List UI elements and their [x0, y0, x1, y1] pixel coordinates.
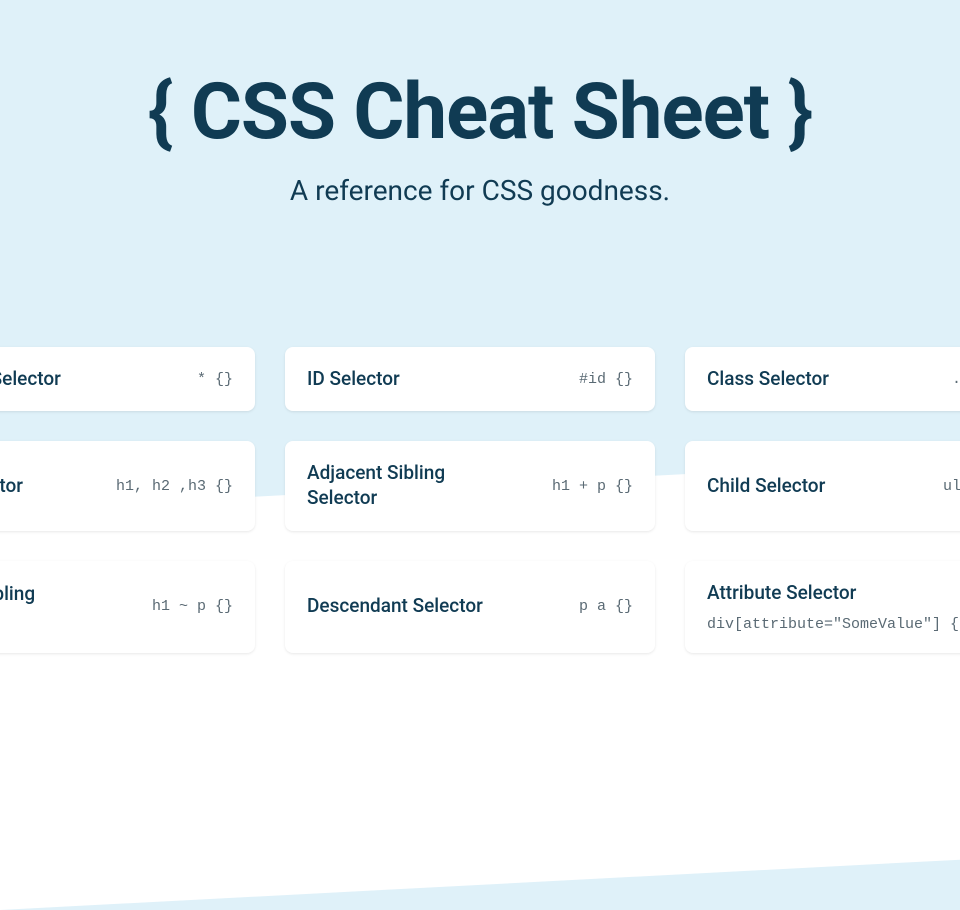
card-title: Attribute Selector	[707, 581, 856, 606]
card-title: ID Selector	[307, 367, 400, 392]
card-title: General Sibling Selector	[0, 582, 87, 631]
card-grid: Universal Selector * {} ID Selector #id …	[0, 347, 960, 653]
card-code: * {}	[197, 371, 233, 388]
page-subtitle: A reference for CSS goodness.	[0, 174, 960, 207]
card-descendant-selector: Descendant Selector p a {}	[285, 561, 655, 653]
card-adjacent-sibling-selector: Adjacent Sibling Selector h1 + p {}	[285, 441, 655, 530]
card-code: ul > li {}	[943, 478, 960, 495]
card-title: Universal Selector	[0, 367, 61, 392]
card-title: Class Selector	[707, 367, 829, 392]
card-title: Adjacent Sibling Selector	[307, 461, 487, 510]
card-universal-selector: Universal Selector * {}	[0, 347, 255, 412]
card-child-selector: Child Selector ul > li {}	[685, 441, 960, 530]
card-class-selector: Class Selector .class {}	[685, 347, 960, 412]
card-code: h1 ~ p {}	[152, 598, 233, 615]
card-id-selector: ID Selector #id {}	[285, 347, 655, 412]
card-code: #id {}	[579, 371, 633, 388]
card-code: .class {}	[952, 371, 960, 388]
card-title: Child Selector	[707, 474, 825, 499]
card-type-selector: Type Selector h1, h2 ,h3 {}	[0, 441, 255, 530]
hero-section: { CSS Cheat Sheet } A reference for CSS …	[0, 0, 960, 247]
page-title: { CSS Cheat Sheet }	[0, 70, 960, 156]
card-attribute-selector: Attribute Selector div[attribute="SomeVa…	[685, 561, 960, 653]
card-code: p a {}	[579, 598, 633, 615]
card-general-sibling-selector: General Sibling Selector h1 ~ p {}	[0, 561, 255, 653]
card-code: h1 + p {}	[552, 478, 633, 495]
card-code: div[attribute="SomeValue"] {}	[707, 616, 960, 633]
card-title: Type Selector	[0, 474, 23, 499]
card-code: h1, h2 ,h3 {}	[116, 478, 233, 495]
card-title: Descendant Selector	[307, 594, 483, 619]
